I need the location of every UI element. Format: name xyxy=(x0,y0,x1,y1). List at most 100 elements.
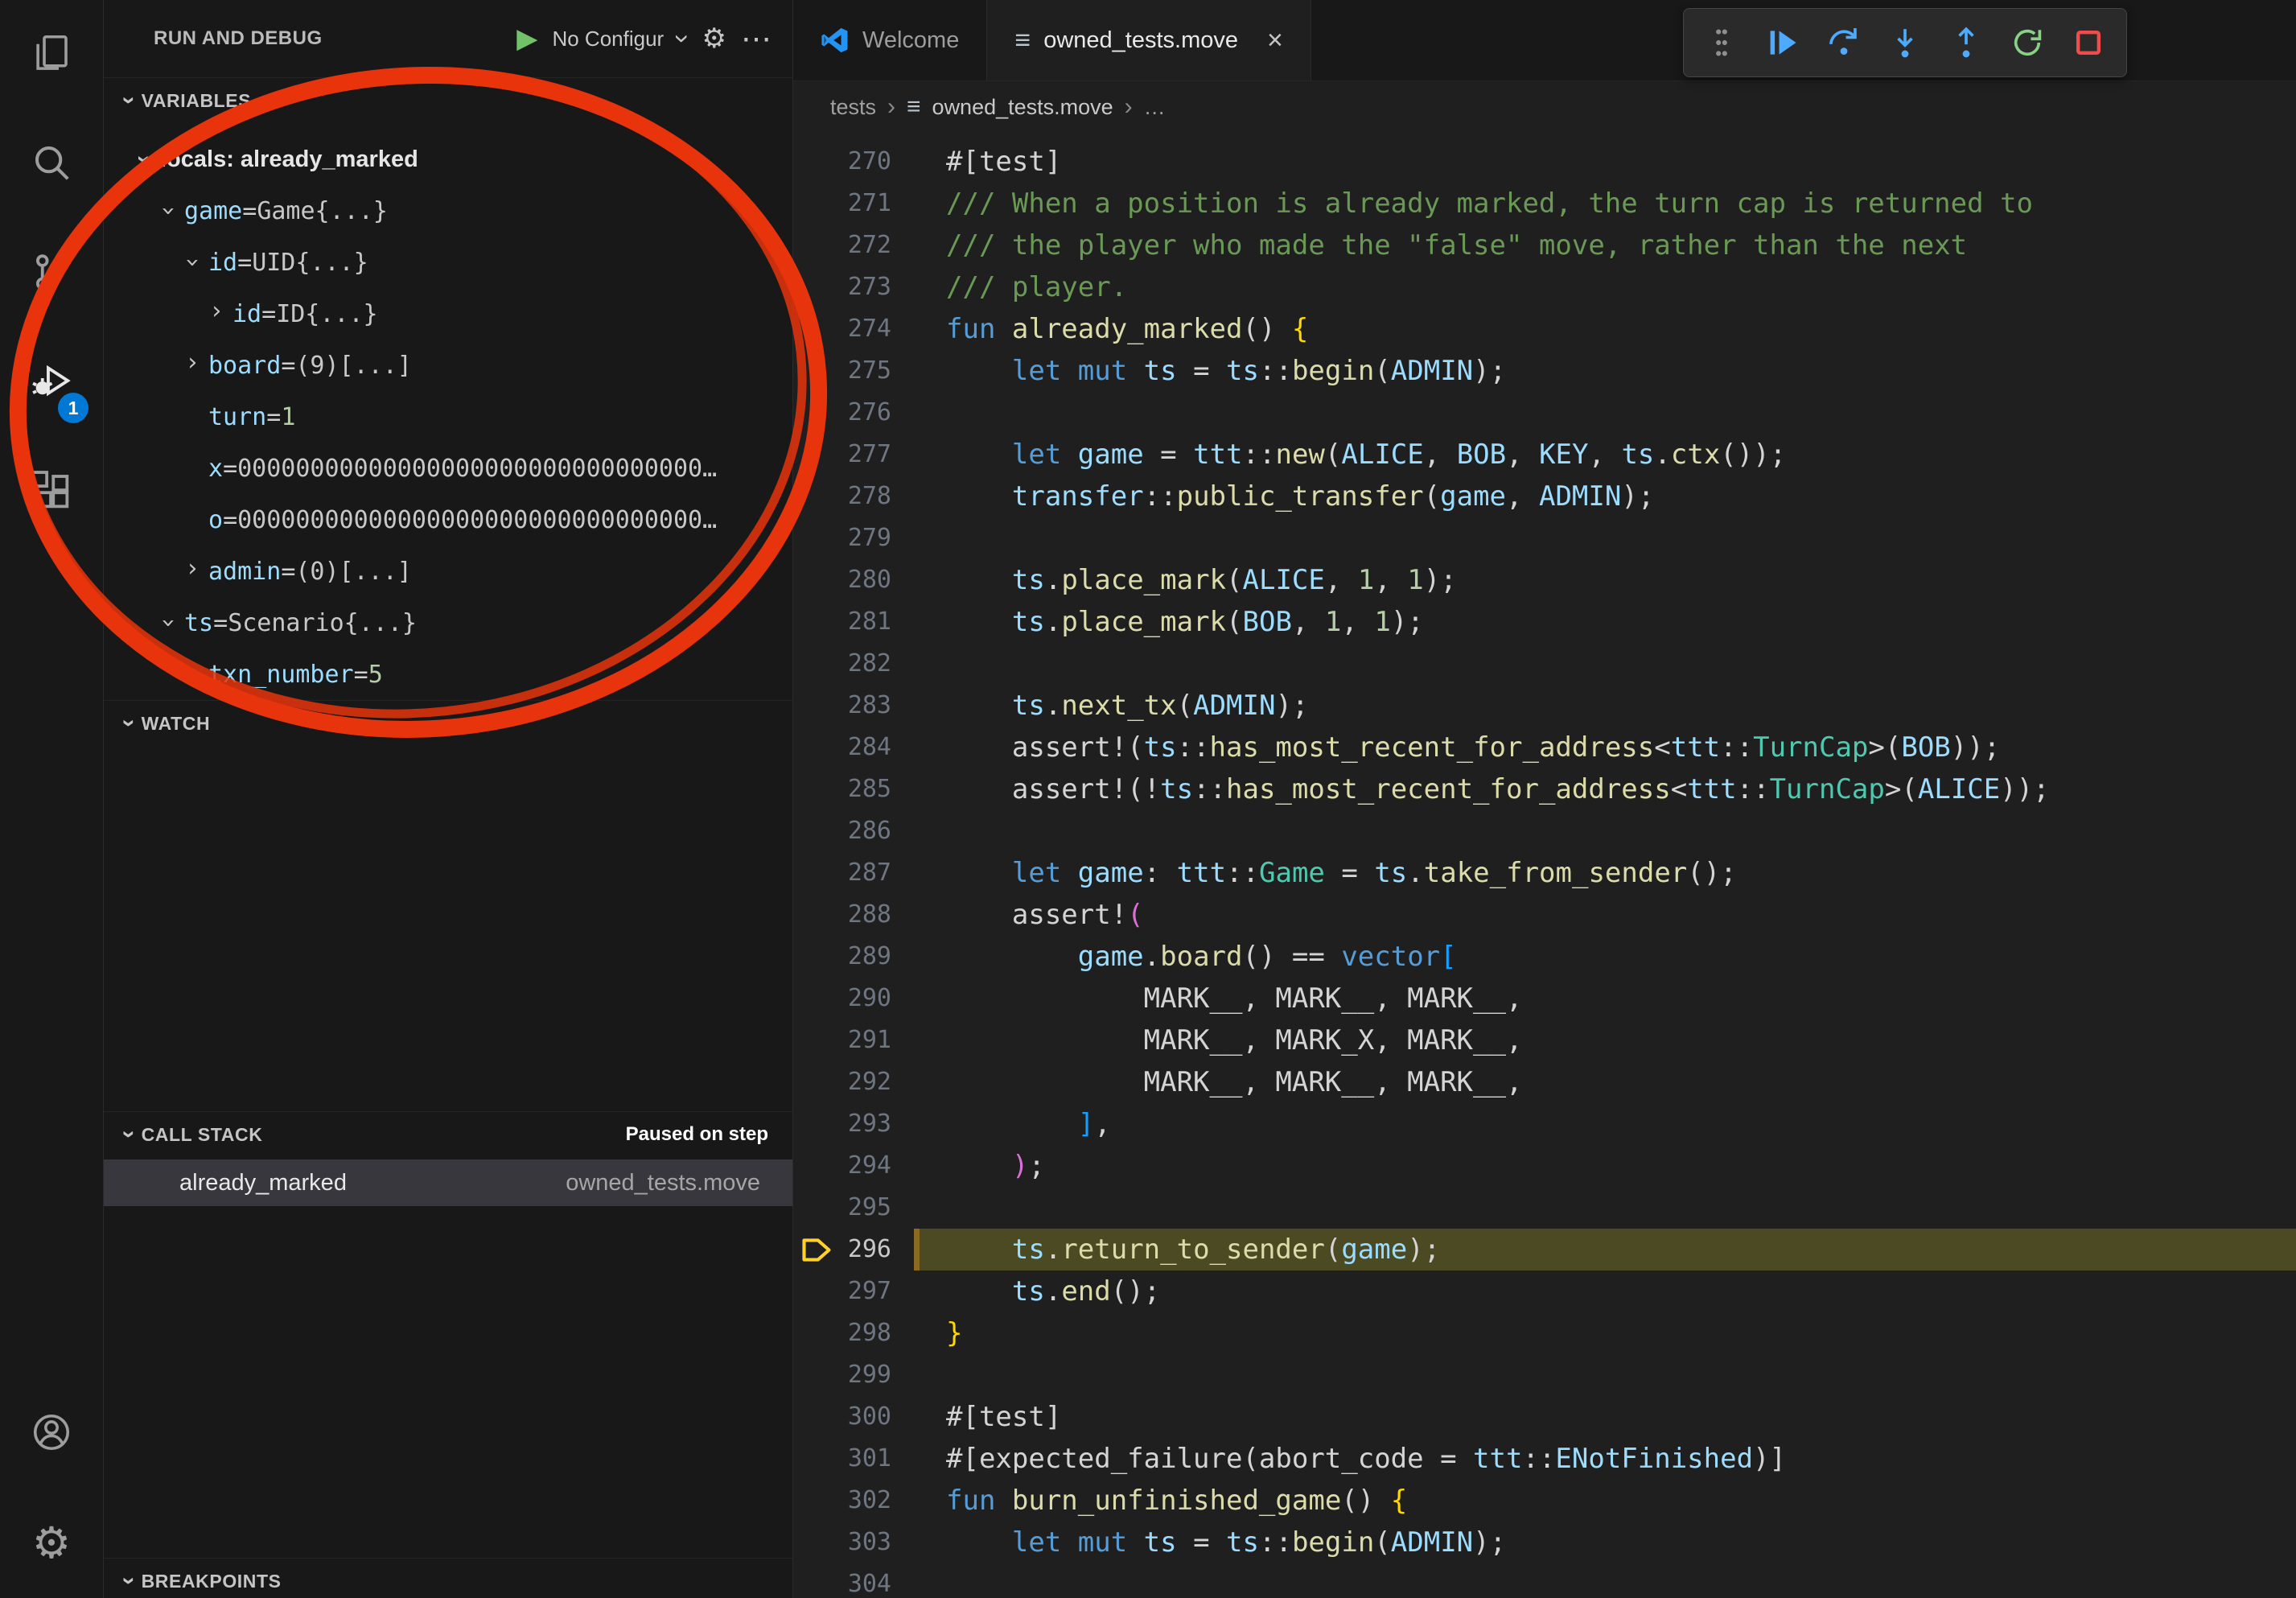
line-number[interactable]: 285 xyxy=(793,768,914,810)
breadcrumb-file[interactable]: owned_tests.move xyxy=(932,95,1113,120)
chevron-down-icon[interactable]: › xyxy=(669,34,697,43)
more-actions-icon[interactable]: ⋯ xyxy=(741,21,773,57)
code-line[interactable]: 302fun burn_unfinished_game() { xyxy=(793,1480,2296,1522)
code-line[interactable]: 289 game.board() == vector[ xyxy=(793,936,2296,978)
code-line[interactable]: 300#[test] xyxy=(793,1396,2296,1438)
chevron-down-icon[interactable]: › xyxy=(132,143,156,175)
step-out-button[interactable] xyxy=(1948,24,1985,61)
code-line[interactable]: 299 xyxy=(793,1354,2296,1396)
code-line[interactable]: 296 ts.return_to_sender(game); xyxy=(793,1229,2296,1271)
line-number[interactable]: 286 xyxy=(793,810,914,852)
breadcrumb-symbol[interactable]: … xyxy=(1144,95,1166,120)
line-number[interactable]: 280 xyxy=(793,559,914,601)
code-line[interactable]: 279 xyxy=(793,517,2296,559)
code-line[interactable]: 285 assert!(!ts::has_most_recent_for_add… xyxy=(793,768,2296,810)
code-line[interactable]: 276 xyxy=(793,392,2296,434)
step-into-button[interactable] xyxy=(1887,24,1924,61)
code-line[interactable]: 271/// When a position is already marked… xyxy=(793,183,2296,224)
variable-row[interactable]: ›game = Game{...} xyxy=(104,185,792,237)
variable-row[interactable]: ›admin = (0)[...] xyxy=(104,546,792,597)
code-line[interactable]: 286 xyxy=(793,810,2296,852)
code-line[interactable]: 303 let mut ts = ts::begin(ADMIN); xyxy=(793,1522,2296,1563)
call-stack-section-header[interactable]: › CALL STACK Paused on step xyxy=(104,1111,792,1157)
variable-row[interactable]: ›txn_number = 5 xyxy=(104,649,792,700)
line-number[interactable]: 300 xyxy=(793,1396,914,1438)
line-number[interactable]: 284 xyxy=(793,727,914,768)
line-number[interactable]: 299 xyxy=(793,1354,914,1396)
code-line[interactable]: 278 transfer::public_transfer(game, ADMI… xyxy=(793,476,2296,517)
line-number[interactable]: 275 xyxy=(793,350,914,392)
line-number[interactable]: 278 xyxy=(793,476,914,517)
variable-row[interactable]: ›id = UID{...} xyxy=(104,237,792,288)
code-line[interactable]: 281 ts.place_mark(BOB, 1, 1); xyxy=(793,601,2296,643)
line-number[interactable]: 282 xyxy=(793,643,914,685)
line-number[interactable]: 288 xyxy=(793,894,914,936)
line-number[interactable]: 271 xyxy=(793,183,914,224)
line-number[interactable]: 297 xyxy=(793,1271,914,1312)
sidebar-item-extensions[interactable] xyxy=(0,438,103,547)
line-number[interactable]: 304 xyxy=(793,1563,914,1598)
variable-row[interactable]: ›board = (9)[...] xyxy=(104,340,792,391)
line-number[interactable]: 295 xyxy=(793,1187,914,1229)
code-line[interactable]: 295 xyxy=(793,1187,2296,1229)
restart-button[interactable] xyxy=(2009,24,2046,61)
line-number[interactable]: 279 xyxy=(793,517,914,559)
line-number[interactable]: 270 xyxy=(793,141,914,183)
line-number[interactable]: 274 xyxy=(793,308,914,350)
code-line[interactable]: 272/// the player who made the "false" m… xyxy=(793,224,2296,266)
close-icon[interactable]: × xyxy=(1267,27,1283,54)
variable-row[interactable]: ›o = 00000000000000000000000000000000… xyxy=(104,494,792,546)
code-line[interactable]: 284 assert!(ts::has_most_recent_for_addr… xyxy=(793,727,2296,768)
settings-button[interactable]: ⚙ xyxy=(0,1489,103,1598)
code-line[interactable]: 275 let mut ts = ts::begin(ADMIN); xyxy=(793,350,2296,392)
watch-section-header[interactable]: › WATCH xyxy=(104,700,792,746)
line-number[interactable]: 294 xyxy=(793,1145,914,1187)
code-line[interactable]: 288 assert!( xyxy=(793,894,2296,936)
code-line[interactable]: 304 xyxy=(793,1563,2296,1598)
breadcrumb-folder[interactable]: tests xyxy=(830,95,876,120)
code-line[interactable]: 298} xyxy=(793,1312,2296,1354)
code-line[interactable]: 293 ], xyxy=(793,1103,2296,1145)
line-number[interactable]: 293 xyxy=(793,1103,914,1145)
tab-welcome[interactable]: Welcome xyxy=(793,0,987,80)
code-line[interactable]: 282 xyxy=(793,643,2296,685)
chevron-down-icon[interactable]: › xyxy=(180,246,204,278)
variable-row[interactable]: ›x = 00000000000000000000000000000000… xyxy=(104,443,792,494)
sidebar-item-explorer[interactable] xyxy=(0,0,103,109)
line-number[interactable]: 276 xyxy=(793,392,914,434)
tab-owned-tests-move[interactable]: ≡ owned_tests.move × xyxy=(987,0,1311,80)
code-area[interactable]: 270#[test]271/// When a position is alre… xyxy=(793,133,2296,1598)
line-number[interactable]: 301 xyxy=(793,1438,914,1480)
gear-icon[interactable]: ⚙ xyxy=(702,23,726,55)
start-debugging-icon[interactable]: ▶ xyxy=(516,25,537,52)
variable-row[interactable]: ›turn = 1 xyxy=(104,391,792,443)
code-line[interactable]: 290 MARK__, MARK__, MARK__, xyxy=(793,978,2296,1019)
chevron-right-icon[interactable]: › xyxy=(200,299,232,323)
line-number[interactable]: 287 xyxy=(793,852,914,894)
line-number[interactable]: 290 xyxy=(793,978,914,1019)
variables-section-header[interactable]: › VARIABLES xyxy=(104,77,792,123)
config-dropdown[interactable]: No Configur xyxy=(552,27,664,51)
code-line[interactable]: 291 MARK__, MARK_X, MARK__, xyxy=(793,1019,2296,1061)
chevron-down-icon[interactable]: › xyxy=(156,195,180,227)
line-number[interactable]: 283 xyxy=(793,685,914,727)
line-number[interactable]: 273 xyxy=(793,266,914,308)
code-line[interactable]: 294 ); xyxy=(793,1145,2296,1187)
line-number[interactable]: 298 xyxy=(793,1312,914,1354)
variable-row[interactable]: ›id = ID{...} xyxy=(104,288,792,340)
variable-scope-row[interactable]: ›locals: already_marked xyxy=(104,134,792,185)
line-number[interactable]: 272 xyxy=(793,224,914,266)
chevron-right-icon[interactable]: › xyxy=(176,557,208,581)
code-line[interactable]: 280 ts.place_mark(ALICE, 1, 1); xyxy=(793,559,2296,601)
sidebar-item-search[interactable] xyxy=(0,109,103,219)
sidebar-item-run-and-debug[interactable]: 1 xyxy=(0,328,103,438)
step-over-button[interactable] xyxy=(1825,24,1862,61)
code-line[interactable]: 277 let game = ttt::new(ALICE, BOB, KEY,… xyxy=(793,434,2296,476)
code-line[interactable]: 274fun already_marked() { xyxy=(793,308,2296,350)
code-line[interactable]: 270#[test] xyxy=(793,141,2296,183)
breakpoints-section-header[interactable]: › BREAKPOINTS xyxy=(104,1558,792,1598)
line-number[interactable]: 277 xyxy=(793,434,914,476)
drag-handle-icon[interactable] xyxy=(1703,24,1740,61)
line-number[interactable]: 292 xyxy=(793,1061,914,1103)
code-line[interactable]: 292 MARK__, MARK__, MARK__, xyxy=(793,1061,2296,1103)
